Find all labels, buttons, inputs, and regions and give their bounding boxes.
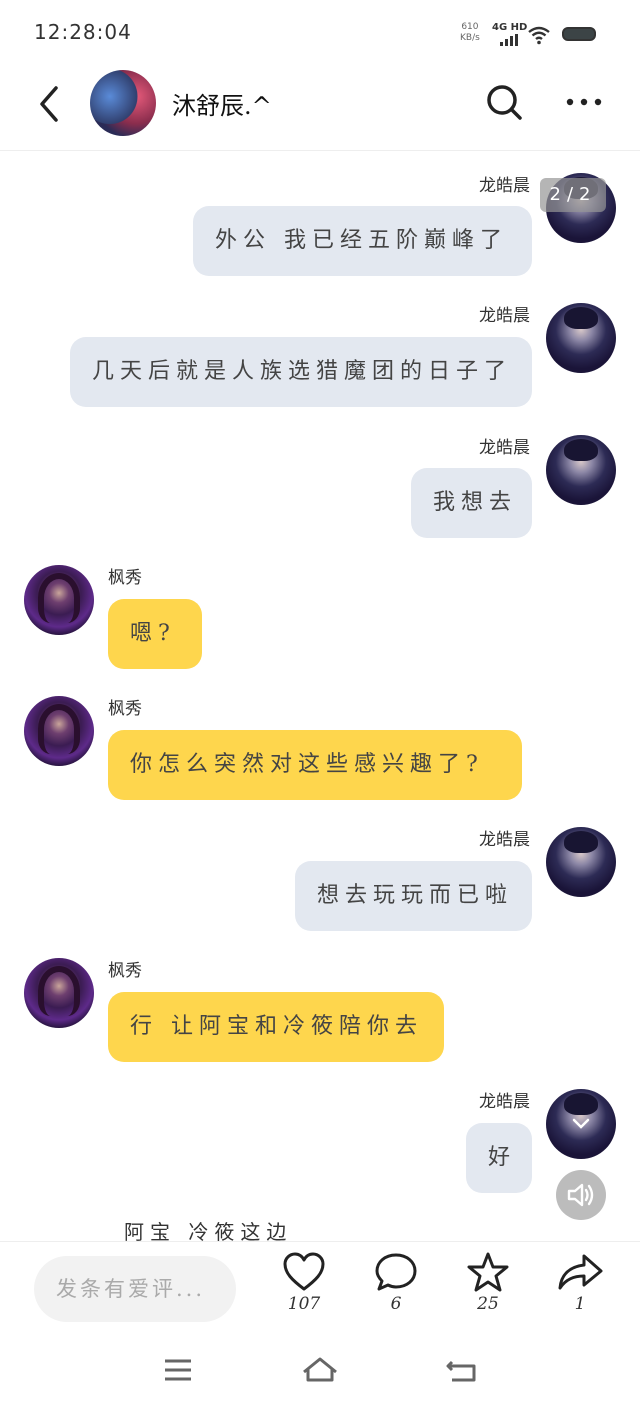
system-nav-bar [0, 1334, 640, 1408]
status-bar: 12:28:04 610 KB/s 4G HD [0, 0, 640, 62]
message-bubble[interactable]: 你怎么突然对这些感兴趣了? [108, 730, 522, 800]
sender-name: 枫秀 [108, 568, 142, 588]
comment-count: 6 [390, 1294, 402, 1314]
message-bubble[interactable]: 嗯? [108, 599, 202, 669]
sender-name: 枫秀 [108, 961, 142, 981]
avatar[interactable] [546, 435, 616, 505]
back-icon[interactable] [32, 82, 68, 126]
message-bubble[interactable]: 好 [466, 1123, 532, 1193]
share-icon [558, 1254, 603, 1290]
signal-icon [500, 34, 520, 46]
sound-button[interactable] [556, 1170, 606, 1220]
action-bar: 发条有爱评... 107 6 25 1 [0, 1241, 640, 1334]
chevron-down-icon[interactable] [572, 1118, 590, 1130]
page-counter: 2/2 [540, 178, 606, 212]
avatar[interactable] [546, 827, 616, 897]
sender-name: 枫秀 [108, 699, 142, 719]
comment-icon [375, 1253, 417, 1291]
network-type: 4G HD [492, 22, 528, 33]
return-icon[interactable] [442, 1354, 482, 1386]
avatar[interactable] [546, 303, 616, 373]
battery-icon [562, 27, 596, 41]
speed-value: 610 [461, 22, 479, 32]
sender-name: 龙皓晨 [479, 176, 530, 196]
message-bubble[interactable]: 我想去 [411, 468, 532, 538]
message-bubble[interactable]: 行 让阿宝和冷筱陪你去 [108, 992, 444, 1062]
star-count: 25 [477, 1294, 499, 1314]
avatar[interactable] [24, 958, 94, 1028]
more-icon[interactable] [564, 92, 604, 112]
star-icon [467, 1252, 509, 1292]
chat-header: 沐舒辰.^ [0, 62, 640, 151]
speed-unit: KB/s [460, 33, 480, 43]
message-bubble[interactable]: 几天后就是人族选猎魔团的日子了 [70, 337, 532, 407]
avatar[interactable] [24, 696, 94, 766]
sender-name: 龙皓晨 [479, 306, 530, 326]
home-icon[interactable] [300, 1354, 340, 1386]
message-bubble[interactable]: 外公 我已经五阶巅峰了 [193, 206, 532, 276]
like-count: 107 [287, 1294, 321, 1314]
sender-name: 龙皓晨 [479, 1092, 530, 1112]
status-time: 12:28:04 [34, 20, 132, 44]
sender-name: 龙皓晨 [479, 830, 530, 850]
chat-area[interactable]: 龙皓晨 外公 我已经五阶巅峰了 龙皓晨 几天后就是人族选猎魔团的日子了 龙皓晨 … [0, 151, 640, 1241]
like-button[interactable]: 107 [274, 1252, 334, 1332]
avatar[interactable] [24, 565, 94, 635]
network-speed: 610 KB/s [460, 22, 480, 44]
comment-button[interactable]: 6 [366, 1252, 426, 1332]
share-button[interactable]: 1 [550, 1252, 610, 1332]
speaker-icon [567, 1183, 594, 1207]
contact-avatar[interactable] [90, 70, 156, 136]
heart-icon [283, 1252, 325, 1291]
share-count: 1 [574, 1294, 586, 1314]
sender-name: 龙皓晨 [479, 438, 530, 458]
search-icon[interactable] [484, 82, 524, 122]
wifi-icon [528, 26, 550, 45]
favorite-button[interactable]: 25 [458, 1252, 518, 1332]
menu-icon[interactable] [158, 1354, 198, 1386]
comment-input[interactable]: 发条有爱评... [34, 1256, 236, 1322]
message-bubble[interactable]: 想去玩玩而已啦 [295, 861, 532, 931]
chat-title: 沐舒辰.^ [172, 92, 272, 120]
